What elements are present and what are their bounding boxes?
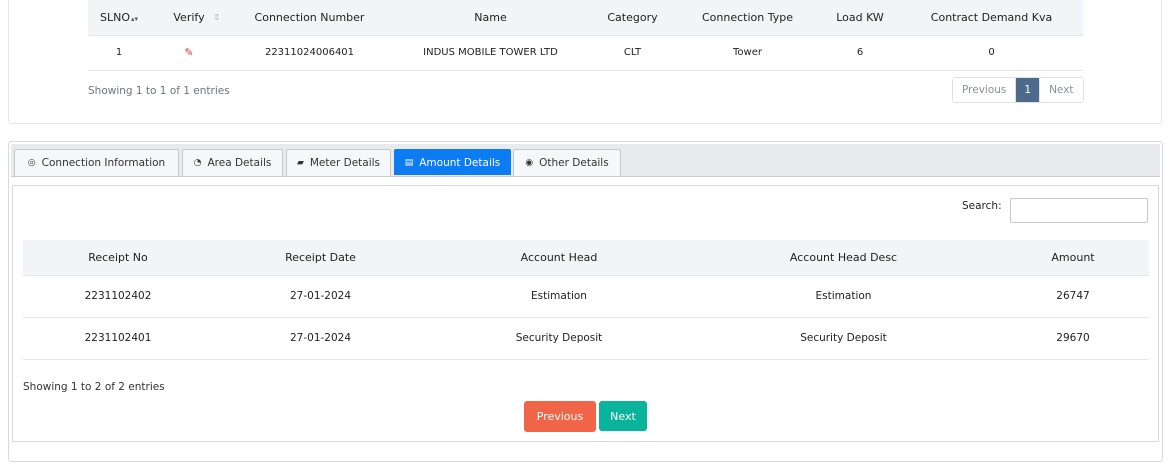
previous-button[interactable]: Previous [524,401,596,432]
cell-contract-demand: 0 [900,35,1083,71]
column-header-amount[interactable]: Amount [997,240,1149,276]
cell-amount: 29670 [997,317,1149,360]
column-header-contract-demand[interactable]: Contract Demand Kva [900,0,1083,36]
table-row: 1 ✎ 22311024006401 INDUS MOBILE TOWER LT… [88,35,1083,71]
column-header-verify[interactable]: Verify ⇕ [150,0,228,36]
bar-chart-icon: ▰ [296,158,304,168]
tab-bar: ◎ Connection Information ◔ Area Details … [11,144,1160,177]
connection-table: SLNO▴▾ Verify ⇕ Connection Number Name Ca… [88,0,1083,71]
gear-icon: ◉ [525,158,534,168]
cell-slno: 1 [88,35,150,71]
tab-amount-details[interactable]: ▤ Amount Details [394,149,511,175]
cell-category: CLT [590,35,675,71]
search-label: Search: [962,200,1002,212]
sort-icon: ▴▾ [130,14,139,23]
previous-page-button[interactable]: Previous [953,78,1016,102]
column-header-name[interactable]: Name [391,0,590,36]
cell-connection-type: Tower [675,35,820,71]
receipt-icon: ▤ [404,157,414,168]
table-info: Showing 1 to 2 of 2 entries [23,381,165,393]
table-info: Showing 1 to 1 of 1 entries [88,85,230,97]
cell-connection-number: 22311024006401 [228,35,391,71]
cell-receipt-date: 27-01-2024 [213,317,428,360]
cell-name: INDUS MOBILE TOWER LTD [391,35,590,71]
tab-area-details[interactable]: ◔ Area Details [182,149,283,176]
cell-load-kw: 6 [820,35,900,71]
next-button[interactable]: Next [599,401,647,431]
column-header-load-kw[interactable]: Load KW [820,0,900,36]
cell-account-head-desc: Security Deposit [690,317,997,360]
table-row: 2231102402 27-01-2024 Estimation Estimat… [23,275,1149,318]
tab-connection-information[interactable]: ◎ Connection Information [14,149,179,176]
cell-receipt-no: 2231102402 [23,275,213,318]
column-header-account-head[interactable]: Account Head [428,240,690,276]
verify-cell: ✎ [150,35,228,71]
cell-account-head: Security Deposit [428,317,690,360]
amount-table-header: Receipt No Receipt Date Account Head Acc… [23,240,1149,276]
cell-receipt-no: 2231102401 [23,317,213,360]
page-1-button[interactable]: 1 [1015,78,1040,102]
edit-icon[interactable]: ✎ [184,46,193,59]
column-header-account-head-desc[interactable]: Account Head Desc [690,240,997,276]
column-header-slno[interactable]: SLNO▴▾ [88,0,150,36]
sort-icon: ⇕ [213,13,220,22]
column-header-connection-number[interactable]: Connection Number [228,0,391,36]
column-header-receipt-no[interactable]: Receipt No [23,240,213,276]
details-panel: ◎ Connection Information ◔ Area Details … [8,141,1163,462]
column-header-receipt-date[interactable]: Receipt Date [213,240,428,276]
settings-icon: ◎ [27,158,36,168]
next-page-button[interactable]: Next [1039,78,1083,102]
cell-receipt-date: 27-01-2024 [213,275,428,318]
tab-meter-details[interactable]: ▰ Meter Details [286,149,391,176]
cell-account-head-desc: Estimation [690,275,997,318]
amount-table: Receipt No Receipt Date Account Head Acc… [23,240,1149,360]
search-input[interactable] [1010,198,1148,223]
connection-table-header: SLNO▴▾ Verify ⇕ Connection Number Name Ca… [88,0,1083,36]
column-header-category[interactable]: Category [590,0,675,36]
pagination: Previous 1 Next [952,77,1084,103]
cell-amount: 26747 [997,275,1149,318]
tab-other-details[interactable]: ◉ Other Details [513,149,621,176]
table-row: 2231102401 27-01-2024 Security Deposit S… [23,317,1149,360]
cell-account-head: Estimation [428,275,690,318]
pie-chart-icon: ◔ [193,158,202,168]
column-header-connection-type[interactable]: Connection Type [675,0,820,36]
